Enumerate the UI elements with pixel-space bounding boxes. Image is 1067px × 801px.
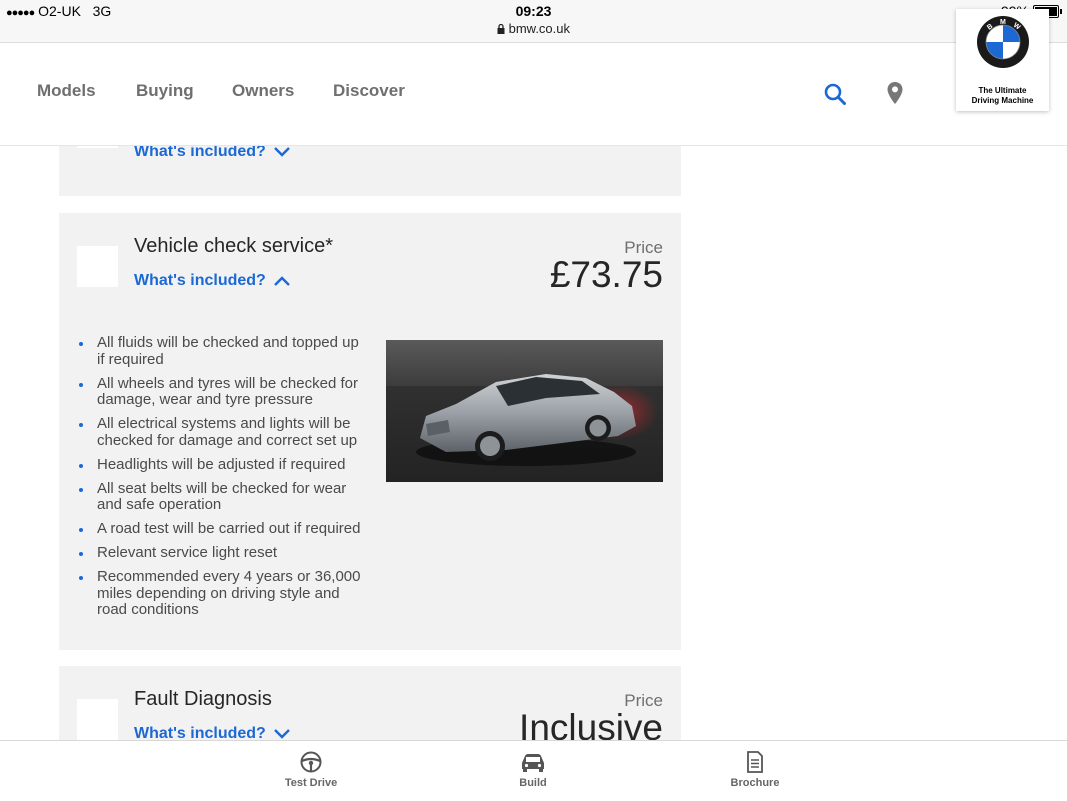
status-bar: ●●●●● O2-UK 3G 09:23 bmw.co.uk 99% — [0, 0, 1067, 42]
whats-included-label: What's included? — [134, 272, 266, 289]
url-text: bmw.co.uk — [508, 21, 571, 36]
logo-tagline-line2: Driving Machine — [971, 96, 1034, 105]
list-item: Relevant service light reset — [77, 544, 367, 562]
service-card-vehicle-check: Vehicle check service* What's included? … — [59, 213, 681, 650]
url-bar[interactable]: bmw.co.uk — [0, 21, 1067, 36]
nav-item-discover[interactable]: Discover — [333, 81, 405, 101]
test-drive-label: Test Drive — [284, 777, 338, 789]
build-label: Build — [519, 777, 547, 789]
list-item: Recommended every 4 years or 36,000 mile… — [77, 568, 367, 619]
list-item: All wheels and tyres will be checked for… — [77, 375, 367, 409]
service-title: Vehicle check service* — [134, 235, 333, 257]
lock-icon — [497, 21, 509, 36]
location-pin-icon[interactable] — [886, 81, 904, 110]
list-item: All seat belts will be checked for wear … — [77, 480, 367, 514]
svg-text:M: M — [1000, 19, 1006, 26]
car-icon — [522, 754, 544, 772]
site-nav: Models Buying Owners Discover — [0, 42, 1067, 146]
service-checkbox[interactable] — [77, 699, 118, 740]
included-items-list: All fluids will be checked and topped up… — [77, 334, 367, 626]
steering-wheel-icon — [300, 751, 322, 773]
chevron-down-icon — [273, 729, 290, 739]
search-icon[interactable] — [824, 83, 846, 110]
list-item: Headlights will be adjusted if required — [77, 456, 367, 474]
nav-item-models[interactable]: Models — [37, 81, 96, 101]
service-title: Fault Diagnosis — [134, 688, 272, 710]
logo-tagline: The Ultimate Driving Machine — [956, 86, 1049, 106]
service-checkbox[interactable] — [77, 246, 118, 287]
document-icon — [747, 751, 763, 773]
nav-item-owners[interactable]: Owners — [232, 81, 294, 101]
list-item: All electrical systems and lights will b… — [77, 415, 367, 449]
list-item: All fluids will be checked and topped up… — [77, 334, 367, 368]
service-price: £73.75 — [549, 254, 663, 295]
list-item: A road test will be carried out if requi… — [77, 520, 367, 538]
bmw-logo[interactable]: B M W The Ultimate Driving Machine — [956, 9, 1049, 111]
whats-included-toggle[interactable]: What's included? — [134, 272, 290, 290]
brochure-label: Brochure — [730, 777, 780, 789]
clock: 09:23 — [515, 3, 552, 19]
brochure-button[interactable]: Brochure — [695, 751, 815, 789]
test-drive-button[interactable]: Test Drive — [251, 751, 371, 789]
nav-item-buying[interactable]: Buying — [136, 81, 194, 101]
logo-tagline-line1: The Ultimate — [978, 86, 1027, 95]
car-image — [386, 340, 663, 482]
build-button[interactable]: Build — [473, 751, 593, 789]
bmw-roundel-icon: B M W — [977, 16, 1029, 68]
chevron-up-icon — [273, 276, 290, 286]
bottom-action-bar: Test Drive Build Brochure — [0, 740, 1067, 801]
chevron-down-icon — [273, 147, 290, 157]
